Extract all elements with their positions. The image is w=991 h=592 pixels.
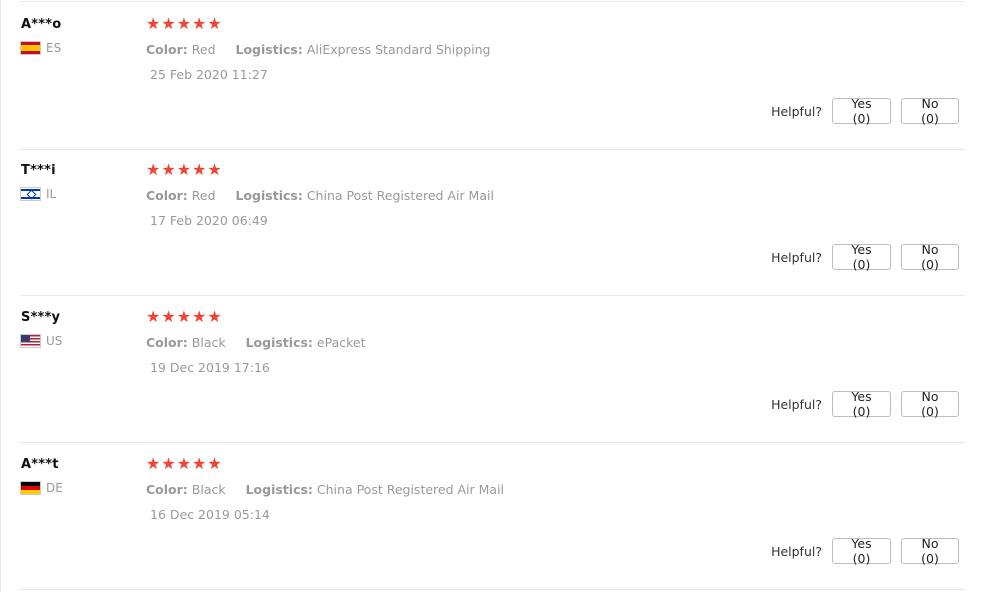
israel-flag-icon [20,187,41,201]
reviewer-name: S***y [21,310,61,325]
helpful-yes-button[interactable]: Yes (0) [832,536,891,566]
reviewer-name: A***t [21,457,59,472]
color-label: Color: [146,335,188,350]
country-code: ES [46,41,62,55]
review-date: 16 Dec 2019 05:14 [150,507,270,522]
us-flag-icon [20,334,41,348]
review-item: T***i IL ★★★★★ Color: Red Logistics: Chi… [20,148,965,296]
color-value: Black [191,335,226,350]
star-rating: ★★★★★ [146,14,223,33]
country-code: US [46,334,63,348]
helpful-controls: Helpful? Yes (0) No (0) [771,389,959,419]
helpful-yes-button[interactable]: Yes (0) [832,389,891,419]
review-item: A***t DE ★★★★★ Color: Black Logistics: C… [20,442,965,590]
helpful-no-button[interactable]: No (0) [901,389,959,419]
logistics-label: Logistics: [235,42,303,57]
review-attributes: Color: Black Logistics: ePacket [146,335,366,350]
reviewer-country: DE [20,481,63,495]
color-label: Color: [146,482,188,497]
color-label: Color: [146,188,188,203]
logistics-label: Logistics: [245,482,313,497]
logistics-value: China Post Registered Air Mail [316,482,505,497]
helpful-controls: Helpful? Yes (0) No (0) [771,536,959,566]
logistics-value: ePacket [316,335,366,350]
review-attributes: Color: Red Logistics: China Post Registe… [146,188,494,203]
helpful-yes-button[interactable]: Yes (0) [832,96,891,126]
review-date: 17 Feb 2020 06:49 [150,213,268,228]
helpful-no-button[interactable]: No (0) [901,536,959,566]
logistics-value: China Post Registered Air Mail [306,188,494,203]
review-date: 19 Dec 2019 17:16 [150,360,270,375]
color-value: Red [191,188,216,203]
germany-flag-icon [20,481,41,495]
country-code: IL [46,187,57,201]
star-rating: ★★★★★ [146,454,223,473]
review-date: 25 Feb 2020 11:27 [150,67,268,82]
star-rating: ★★★★★ [146,307,223,326]
left-border [0,0,1,592]
reviewer-country: ES [20,41,61,55]
reviewer-name: A***o [21,17,62,32]
logistics-label: Logistics: [235,188,303,203]
color-value: Red [191,42,216,57]
helpful-label: Helpful? [771,103,822,119]
reviewer-country: IL [20,187,56,201]
color-label: Color: [146,42,188,57]
color-value: Black [191,482,226,497]
star-rating: ★★★★★ [146,160,223,179]
spain-flag-icon [20,41,41,55]
review-item: A***o ES ★★★★★ Color: Red Logistics: Ali… [20,1,965,150]
logistics-label: Logistics: [245,335,313,350]
helpful-yes-button[interactable]: Yes (0) [832,242,891,272]
helpful-label: Helpful? [771,543,822,559]
helpful-no-button[interactable]: No (0) [901,96,959,126]
review-attributes: Color: Black Logistics: China Post Regis… [146,482,504,497]
reviewer-country: US [20,334,62,348]
logistics-value: AliExpress Standard Shipping [306,42,491,57]
helpful-label: Helpful? [771,396,822,412]
helpful-controls: Helpful? Yes (0) No (0) [771,242,959,272]
helpful-label: Helpful? [771,249,822,265]
country-code: DE [46,481,63,495]
helpful-no-button[interactable]: No (0) [901,242,959,272]
review-attributes: Color: Red Logistics: AliExpress Standar… [146,42,490,57]
review-item: S***y US ★★★★★ Color: Black Logistics: e… [20,295,965,443]
helpful-controls: Helpful? Yes (0) No (0) [771,96,959,126]
reviewer-name: T***i [21,163,56,178]
